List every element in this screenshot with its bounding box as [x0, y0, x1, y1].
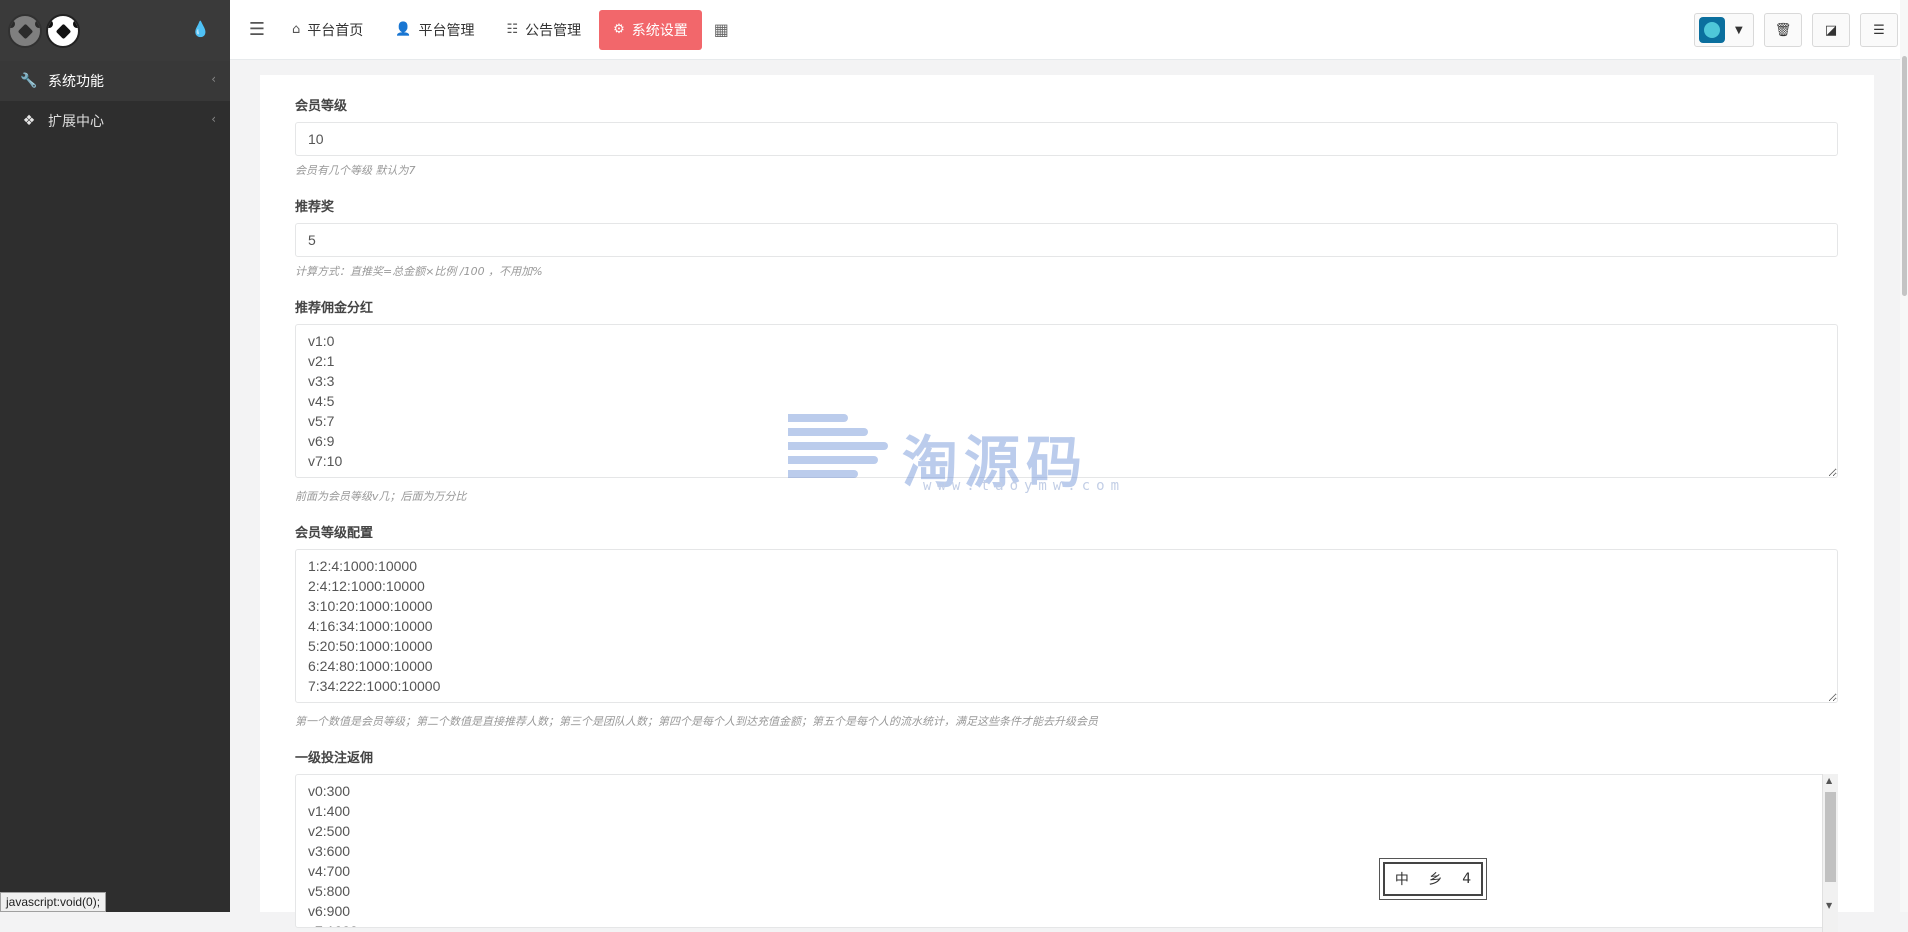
settings-panel-button[interactable]: ☰	[1860, 13, 1898, 47]
level-config-textarea[interactable]	[295, 549, 1838, 703]
field-label: 会员等级	[295, 99, 348, 114]
tint-icon[interactable]: 💧	[191, 20, 210, 38]
soccer-ball-logo	[46, 13, 80, 48]
sidebar-item-label: 系统功能	[48, 74, 104, 90]
watermark-url: www.taoymw.com	[923, 478, 1126, 494]
scroll-up-icon[interactable]: ▲	[1826, 776, 1832, 785]
wrench-icon: 🔧	[20, 73, 38, 89]
globe-icon	[1699, 17, 1725, 43]
caret-down-icon: ▼	[1735, 24, 1743, 36]
sidebar: 💧 🔧 系统功能 ‹ ❖ 扩展中心 ‹	[0, 0, 230, 912]
soccer-ball-logo	[8, 13, 42, 48]
stamp-char: 乡	[1428, 872, 1443, 888]
scrollbar-thumb[interactable]	[1825, 792, 1836, 882]
expand-icon: ◪	[1824, 22, 1838, 38]
sidebar-item-label: 扩展中心	[48, 114, 104, 130]
tab-label: 平台首页	[307, 22, 364, 39]
browser-status-bar: javascript:void(0);	[0, 892, 107, 912]
page-scrollbar[interactable]	[1900, 0, 1908, 912]
field-help: 第一个数值是会员等级；第二个数值是直接推荐人数；第三个是团队人数；第四个是每个人…	[295, 715, 1098, 728]
sidebar-item-system-functions[interactable]: 🔧 系统功能 ‹	[0, 61, 230, 101]
gear-icon: ⚙	[613, 22, 625, 37]
scroll-down-icon[interactable]: ▼	[1826, 901, 1832, 910]
field-label: 一级投注返佣	[295, 751, 374, 766]
toolbar-right: ▼ 🗑 ◪ ☰	[1694, 13, 1898, 47]
cubes-icon: ❖	[22, 113, 36, 129]
tab-label: 平台管理	[418, 22, 475, 39]
site-switch-dropdown[interactable]: ▼	[1694, 13, 1754, 47]
tab-platform-home[interactable]: ⌂ 平台首页	[278, 10, 377, 50]
stamp-char: 中	[1394, 872, 1409, 888]
chevron-left-icon: ‹	[211, 112, 216, 126]
field-help: 会员有几个等级 默认为7	[295, 164, 416, 177]
first-level-rebate-wrapper: ▲ ▼	[295, 774, 1838, 932]
sidebar-item-extensions[interactable]: ❖ 扩展中心 ‹	[0, 101, 230, 141]
top-navbar: ☰ ⌂ 平台首页 👤 平台管理 ☷ 公告管理 ⚙ 系统设置 ▦ ▼ 🗑 ◪ ☰	[230, 0, 1908, 60]
user-icon: 👤	[395, 22, 412, 37]
fullscreen-button[interactable]: ◪	[1812, 13, 1850, 47]
field-help: 计算方式：直推奖=总金额×比例 /100 ，不用加%	[295, 265, 543, 278]
stamp-image: 中 乡 4	[1383, 862, 1483, 896]
trash-icon: 🗑	[1774, 22, 1792, 38]
menu-toggle-icon[interactable]: ☰	[240, 19, 274, 40]
field-label: 推荐奖	[295, 200, 335, 215]
clear-cache-button[interactable]: 🗑	[1764, 13, 1802, 47]
referral-bonus-input[interactable]	[295, 223, 1838, 257]
watermark: 淘源码 www.taoymw.com	[788, 408, 1119, 508]
watermark-logo-icon	[788, 408, 898, 508]
field-label: 推荐佣金分红	[295, 301, 374, 316]
tab-platform-management[interactable]: 👤 平台管理	[381, 10, 488, 50]
tab-system-settings[interactable]: ⚙ 系统设置	[599, 9, 702, 50]
list-icon: ☷	[506, 22, 519, 37]
member-level-input[interactable]	[295, 122, 1838, 156]
first-level-rebate-textarea[interactable]	[295, 774, 1838, 928]
chevron-left-icon: ‹	[211, 72, 216, 86]
tab-label: 公告管理	[525, 22, 582, 39]
home-icon: ⌂	[292, 22, 301, 37]
sliders-icon: ☰	[1873, 22, 1885, 38]
stamp-char: 4	[1462, 871, 1472, 887]
page-scrollbar-thumb[interactable]	[1902, 56, 1907, 296]
tab-announcement-management[interactable]: ☷ 公告管理	[492, 10, 595, 50]
tab-label: 系统设置	[631, 22, 688, 39]
textarea-scrollbar[interactable]: ▲ ▼	[1822, 774, 1838, 932]
grid-icon[interactable]: ▦	[714, 20, 729, 39]
logo-bar: 💧	[0, 0, 230, 61]
field-label: 会员等级配置	[295, 526, 374, 541]
